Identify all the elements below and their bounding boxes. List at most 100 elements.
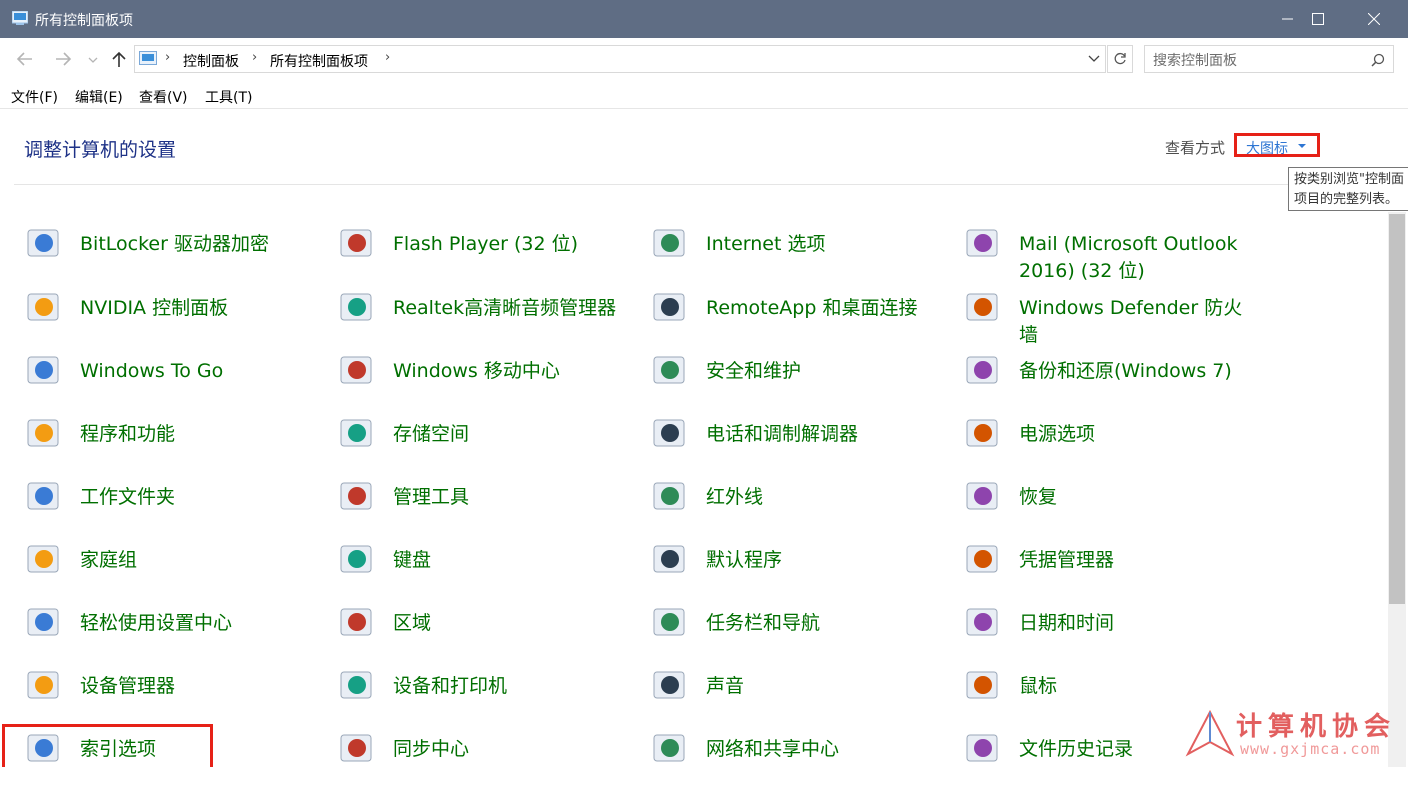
- bitlocker-icon: [27, 229, 59, 257]
- menu-view[interactable]: 查看(V): [139, 87, 188, 107]
- item-label[interactable]: 设备和打印机: [393, 673, 633, 700]
- selection-highlight: [2, 724, 213, 767]
- control-panel-item[interactable]: 备份和还原(Windows 7): [963, 351, 1273, 407]
- breadcrumb-separator[interactable]: ›: [385, 50, 390, 65]
- control-panel-item[interactable]: 声音: [650, 666, 960, 722]
- item-label[interactable]: 键盘: [393, 547, 633, 574]
- item-label[interactable]: Internet 选项: [706, 231, 946, 258]
- breadcrumb-control-panel[interactable]: 控制面板: [183, 51, 239, 71]
- control-panel-item[interactable]: Internet 选项: [650, 224, 960, 280]
- mail-icon: [966, 229, 998, 257]
- item-label[interactable]: 家庭组: [80, 547, 320, 574]
- control-panel-item[interactable]: Realtek高清晰音频管理器: [337, 288, 647, 344]
- up-button[interactable]: [108, 48, 130, 70]
- refresh-button[interactable]: [1107, 45, 1133, 73]
- control-panel-item[interactable]: 凭据管理器: [963, 540, 1273, 596]
- item-label[interactable]: 电源选项: [1019, 421, 1259, 448]
- scrollbar-thumb[interactable]: [1389, 214, 1405, 604]
- search-input[interactable]: [1151, 50, 1365, 70]
- close-button[interactable]: [1348, 0, 1400, 38]
- item-label[interactable]: 网络和共享中心: [706, 736, 946, 763]
- control-panel-item[interactable]: 键盘: [337, 540, 647, 596]
- control-panel-item[interactable]: 程序和功能: [24, 414, 334, 470]
- control-panel-item[interactable]: 电源选项: [963, 414, 1273, 470]
- menu-tools[interactable]: 工具(T): [205, 87, 252, 107]
- control-panel-item[interactable]: Windows 移动中心: [337, 351, 647, 407]
- search-icon[interactable]: [1371, 53, 1385, 67]
- breadcrumb-all-items[interactable]: 所有控制面板项: [270, 51, 368, 71]
- item-label[interactable]: 凭据管理器: [1019, 547, 1259, 574]
- item-label[interactable]: Windows 移动中心: [393, 358, 633, 385]
- item-label[interactable]: 备份和还原(Windows 7): [1019, 358, 1259, 385]
- chevron-down-icon[interactable]: [1087, 52, 1101, 66]
- item-label[interactable]: 设备管理器: [80, 673, 320, 700]
- control-panel-item[interactable]: 设备和打印机: [337, 666, 647, 722]
- control-panel-item[interactable]: Flash Player (32 位): [337, 224, 647, 280]
- control-panel-item[interactable]: 默认程序: [650, 540, 960, 596]
- watermark-title: 计算机协会: [1236, 712, 1397, 742]
- control-panel-item[interactable]: 安全和维护: [650, 351, 960, 407]
- item-label[interactable]: Mail (Microsoft Outlook 2016) (32 位): [1019, 231, 1259, 285]
- item-label[interactable]: 默认程序: [706, 547, 946, 574]
- control-panel-item[interactable]: 恢复: [963, 477, 1273, 533]
- infrared-icon: [653, 482, 685, 510]
- item-label[interactable]: Realtek高清晰音频管理器: [393, 295, 633, 322]
- recent-locations-button[interactable]: [86, 48, 108, 70]
- item-label[interactable]: 工作文件夹: [80, 484, 320, 511]
- item-label[interactable]: 管理工具: [393, 484, 633, 511]
- control-panel-item[interactable]: RemoteApp 和桌面连接: [650, 288, 960, 344]
- refresh-icon: [1114, 52, 1126, 65]
- item-label[interactable]: RemoteApp 和桌面连接: [706, 295, 946, 322]
- menu-file[interactable]: 文件(F): [11, 87, 58, 107]
- item-label[interactable]: 电话和调制解调器: [706, 421, 946, 448]
- item-label[interactable]: 鼠标: [1019, 673, 1259, 700]
- control-panel-item[interactable]: NVIDIA 控制面板: [24, 288, 334, 344]
- control-panel-item[interactable]: Windows To Go: [24, 351, 334, 407]
- control-panel-item[interactable]: 日期和时间: [963, 603, 1273, 659]
- arrow-right-icon: [56, 52, 72, 66]
- back-button[interactable]: [14, 48, 36, 70]
- network-sharing-icon: [653, 734, 685, 762]
- item-label[interactable]: 轻松使用设置中心: [80, 610, 320, 637]
- watermark-url: www.gxjmca.com: [1240, 740, 1381, 758]
- item-label[interactable]: 同步中心: [393, 736, 633, 763]
- control-panel-item[interactable]: 管理工具: [337, 477, 647, 533]
- item-label[interactable]: BitLocker 驱动器加密: [80, 231, 320, 258]
- item-label[interactable]: Windows Defender 防火墙: [1019, 295, 1259, 349]
- control-panel-item[interactable]: 存储空间: [337, 414, 647, 470]
- control-panel-item[interactable]: 轻松使用设置中心: [24, 603, 334, 659]
- control-panel-item[interactable]: Windows Defender 防火墙: [963, 288, 1273, 346]
- item-label[interactable]: 恢复: [1019, 484, 1259, 511]
- control-panel-item[interactable]: Mail (Microsoft Outlook 2016) (32 位): [963, 224, 1273, 282]
- item-label[interactable]: NVIDIA 控制面板: [80, 295, 320, 322]
- item-label[interactable]: 存储空间: [393, 421, 633, 448]
- search-box[interactable]: [1144, 45, 1394, 73]
- control-panel-item[interactable]: 网络和共享中心: [650, 729, 960, 785]
- control-panel-item[interactable]: 家庭组: [24, 540, 334, 596]
- item-label[interactable]: 安全和维护: [706, 358, 946, 385]
- item-label[interactable]: Flash Player (32 位): [393, 231, 633, 258]
- item-label[interactable]: 程序和功能: [80, 421, 320, 448]
- control-panel-item[interactable]: BitLocker 驱动器加密: [24, 224, 334, 280]
- control-panel-item[interactable]: 电话和调制解调器: [650, 414, 960, 470]
- header-divider: [14, 184, 1386, 185]
- item-label[interactable]: Windows To Go: [80, 358, 320, 385]
- control-panel-item[interactable]: 工作文件夹: [24, 477, 334, 533]
- item-label[interactable]: 红外线: [706, 484, 946, 511]
- view-by-dropdown[interactable]: 大图标: [1234, 133, 1320, 157]
- item-label[interactable]: 日期和时间: [1019, 610, 1259, 637]
- control-panel-item[interactable]: 同步中心: [337, 729, 647, 785]
- address-bar[interactable]: › 控制面板 › 所有控制面板项 ›: [134, 45, 1106, 73]
- control-panel-item[interactable]: 区域: [337, 603, 647, 659]
- view-by-value[interactable]: 大图标: [1246, 138, 1288, 158]
- item-label[interactable]: 声音: [706, 673, 946, 700]
- menu-edit[interactable]: 编辑(E): [75, 87, 123, 107]
- control-panel-item[interactable]: 红外线: [650, 477, 960, 533]
- item-label[interactable]: 区域: [393, 610, 633, 637]
- control-panel-item[interactable]: 任务栏和导航: [650, 603, 960, 659]
- item-label[interactable]: 任务栏和导航: [706, 610, 946, 637]
- control-panel-item[interactable]: 设备管理器: [24, 666, 334, 722]
- forward-button[interactable]: [52, 48, 74, 70]
- navigation-bar: › 控制面板 › 所有控制面板项 ›: [0, 38, 1408, 82]
- maximize-button[interactable]: [1292, 0, 1344, 38]
